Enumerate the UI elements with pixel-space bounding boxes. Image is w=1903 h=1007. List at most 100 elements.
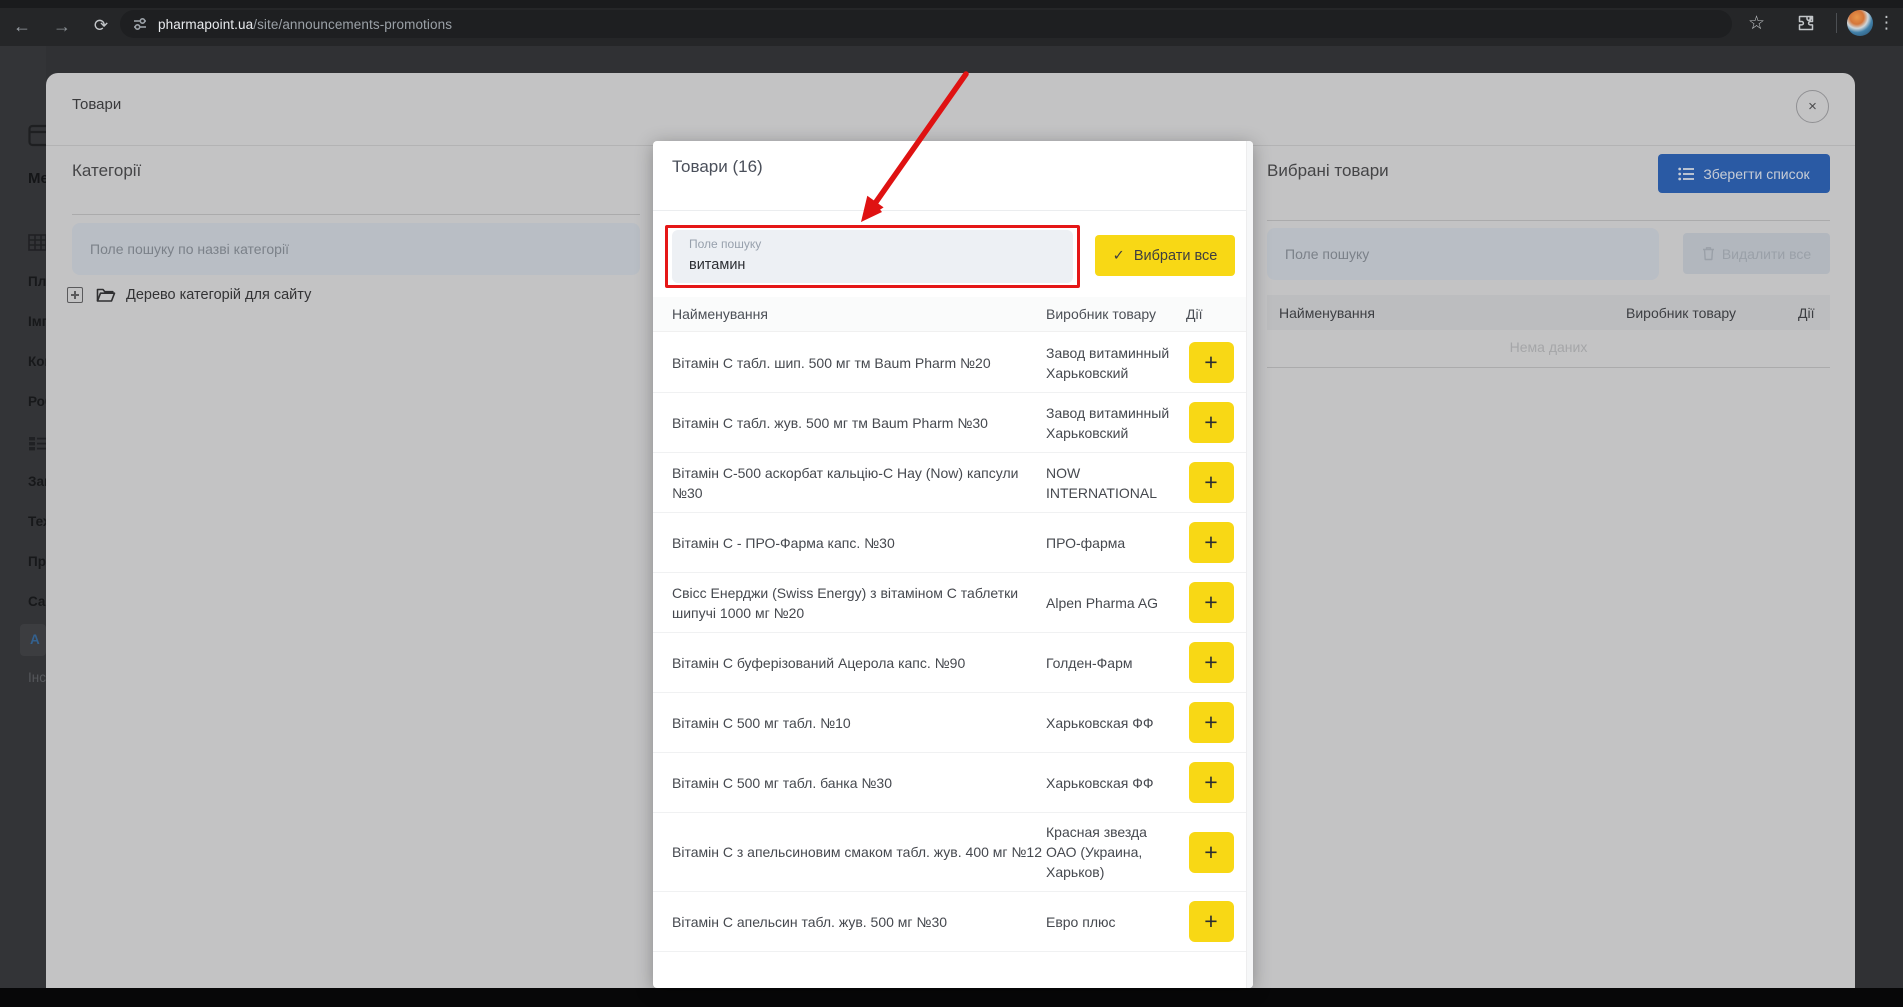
plus-icon: + xyxy=(1204,649,1217,676)
product-name: Вітамін С апельсин табл. жув. 500 мг №30 xyxy=(653,912,1046,932)
sidebar-item-tech[interactable]: Тех xyxy=(28,514,46,529)
categories-search-input[interactable] xyxy=(72,223,640,275)
plus-icon: + xyxy=(1204,409,1217,436)
site-info-icon[interactable] xyxy=(132,16,148,32)
products-divider xyxy=(653,210,1253,211)
product-row: Свісс Енерджи (Swiss Energy) з вітаміном… xyxy=(653,573,1253,633)
plus-icon: + xyxy=(1204,589,1217,616)
list-bullets-icon xyxy=(1678,167,1695,181)
selected-panel-title: Вибрані товари xyxy=(1267,161,1389,181)
sidebar-item-work[interactable]: Роб xyxy=(28,394,46,409)
url-text: pharmapoint.ua/site/announcements-promot… xyxy=(158,17,452,32)
product-manufacturer: Голден-Фарм xyxy=(1046,653,1181,673)
product-row: Вітамін С 500 мг табл. №10 Харьковская Ф… xyxy=(653,693,1253,753)
product-manufacturer: NOW INTERNATIONAL xyxy=(1046,463,1181,503)
plus-icon: + xyxy=(1204,908,1217,935)
products-search-label: Поле пошуку xyxy=(689,237,761,251)
product-name: Вітамін С 500 мг табл. банка №30 xyxy=(653,773,1046,793)
selected-empty-divider xyxy=(1267,367,1830,368)
close-icon: × xyxy=(1808,98,1817,115)
products-col-manufacturer: Виробник товару xyxy=(1046,306,1186,322)
product-row: Вітамін С - ПРО-Фарма капс. №30 ПРО-фарм… xyxy=(653,513,1253,573)
sidebar-item-promo[interactable]: Про xyxy=(28,554,46,569)
products-search-value: витамин xyxy=(689,257,745,273)
selected-col-name: Найменування xyxy=(1267,305,1626,321)
category-tree-item[interactable]: Дерево категорій для сайту xyxy=(67,287,311,303)
toolbar-divider xyxy=(1836,13,1837,33)
add-product-button[interactable]: + xyxy=(1189,462,1234,503)
products-scrollbar[interactable] xyxy=(1246,141,1253,988)
selected-divider xyxy=(1267,220,1830,221)
categories-divider xyxy=(72,214,640,215)
add-product-button[interactable]: + xyxy=(1189,582,1234,623)
add-product-button[interactable]: + xyxy=(1189,402,1234,443)
product-name: Вітамін С - ПРО-Фарма капс. №30 xyxy=(653,533,1046,553)
folder-open-icon xyxy=(96,287,116,303)
delete-all-label: Видалити все xyxy=(1722,246,1811,262)
add-product-button[interactable]: + xyxy=(1189,762,1234,803)
sidebar-item-announcements[interactable]: А xyxy=(30,632,46,647)
url-domain: pharmapoint.ua xyxy=(158,17,253,32)
sidebar-item-site[interactable]: Сай xyxy=(28,594,46,609)
selected-col-manufacturer: Виробник товару xyxy=(1626,305,1798,321)
product-row: Вітамін С буферізований Ацерола капс. №9… xyxy=(653,633,1253,693)
tree-item-label: Дерево категорій для сайту xyxy=(126,287,311,303)
add-product-button[interactable]: + xyxy=(1189,901,1234,942)
add-product-button[interactable]: + xyxy=(1189,522,1234,563)
product-manufacturer: Харьковская ФФ xyxy=(1046,713,1181,733)
page-bottom-strip xyxy=(0,988,1903,1007)
browser-forward-button[interactable]: → xyxy=(49,13,75,39)
product-name: Вітамін С буферізований Ацерола капс. №9… xyxy=(653,653,1046,673)
product-manufacturer: Харьковская ФФ xyxy=(1046,773,1181,793)
tree-expand-icon[interactable] xyxy=(67,287,83,303)
address-bar[interactable]: pharmapoint.ua/site/announcements-promot… xyxy=(120,10,1732,38)
modal-close-button[interactable]: × xyxy=(1796,90,1829,123)
plus-icon: + xyxy=(1204,469,1217,496)
admin-sidebar: Ме Пла Імп Кон Роб Зам Тех Про Сай А Інс… xyxy=(0,46,46,988)
bookmark-star-icon[interactable]: ☆ xyxy=(1748,12,1765,35)
add-product-button[interactable]: + xyxy=(1189,342,1234,383)
products-modal: Товари × Категорії Дерево категорій для … xyxy=(46,73,1855,988)
product-name: Вітамін С 500 мг табл. №10 xyxy=(653,713,1046,733)
sidebar-item-plans[interactable]: Пла xyxy=(28,274,46,289)
sidebar-item-menu[interactable]: Ме xyxy=(28,170,46,187)
plus-icon: + xyxy=(1204,839,1217,866)
delete-all-button[interactable]: Видалити все xyxy=(1683,233,1830,274)
sidebar-item-content[interactable]: Кон xyxy=(28,354,46,369)
add-product-button[interactable]: + xyxy=(1189,642,1234,683)
grid-icon xyxy=(28,234,46,251)
product-manufacturer: ПРО-фарма xyxy=(1046,533,1181,553)
products-search-input[interactable]: Поле пошуку витамин xyxy=(672,230,1073,283)
product-row: Вітамін С з апельсиновим смаком табл. жу… xyxy=(653,813,1253,892)
add-product-button[interactable]: + xyxy=(1189,702,1234,743)
profile-avatar[interactable] xyxy=(1847,10,1873,36)
sidebar-item-orders[interactable]: Зам xyxy=(28,474,46,489)
extensions-puzzle-icon[interactable] xyxy=(1797,14,1815,32)
products-col-actions: Дії xyxy=(1186,306,1202,322)
trash-icon xyxy=(1702,246,1715,261)
selected-table-header: Найменування Виробник товару Дії xyxy=(1267,295,1830,330)
product-name: Вітамін С-500 аскорбат кальцію-С Hay (No… xyxy=(653,463,1046,503)
plus-icon: + xyxy=(1204,529,1217,556)
product-row: Вітамін С апельсин табл. жув. 500 мг №30… xyxy=(653,892,1253,952)
save-list-button[interactable]: Зберегти список xyxy=(1658,154,1830,193)
products-panel: Товари (16) Поле пошуку витамин ✓ Вибрат… xyxy=(653,141,1253,988)
selected-empty-state: Нема даних xyxy=(1267,339,1830,355)
browser-back-button[interactable]: ← xyxy=(9,13,35,39)
browser-reload-button[interactable]: ⟳ xyxy=(88,13,114,39)
url-path: /site/announcements-promotions xyxy=(253,17,452,32)
sidebar-item-import[interactable]: Імп xyxy=(28,314,46,329)
check-icon: ✓ xyxy=(1113,248,1125,264)
list-icon xyxy=(28,436,46,451)
select-all-button[interactable]: ✓ Вибрати все xyxy=(1095,235,1235,276)
products-table-header: Найменування Виробник товару Дії xyxy=(653,297,1253,332)
selected-col-actions: Дії xyxy=(1798,305,1814,321)
browser-menu-icon[interactable]: ⋮ xyxy=(1878,13,1895,33)
product-name: Вітамін С табл. шип. 500 мг тм Baum Phar… xyxy=(653,353,1046,373)
categories-panel-title: Категорії xyxy=(72,161,141,181)
sidebar-item-instructions[interactable]: Інст xyxy=(28,670,46,685)
product-manufacturer: Завод витаминный Харьковский xyxy=(1046,343,1181,383)
add-product-button[interactable]: + xyxy=(1189,832,1234,873)
modal-title: Товари xyxy=(72,96,121,113)
selected-search-input[interactable] xyxy=(1267,228,1659,280)
